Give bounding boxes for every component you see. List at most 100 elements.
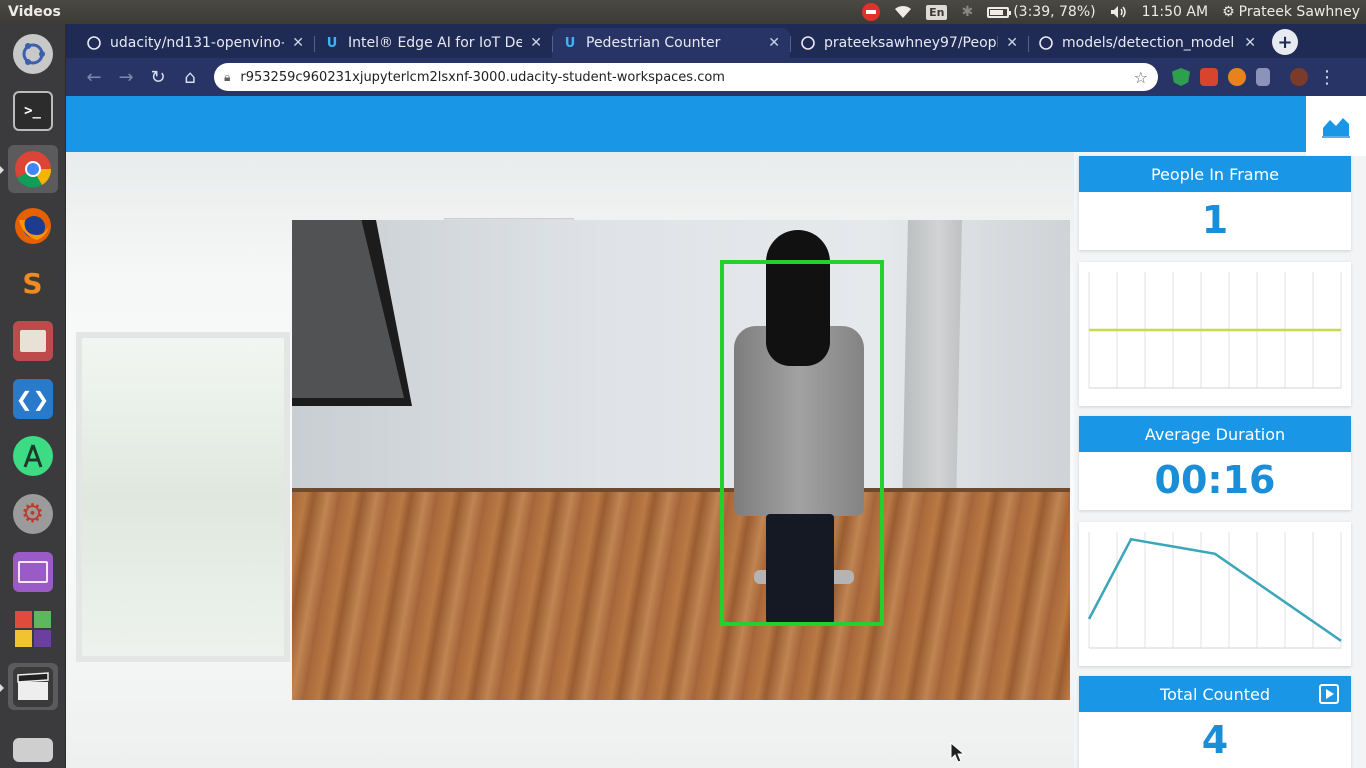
do-not-disturb-icon[interactable] (862, 3, 881, 21)
launcher-workspace-switcher[interactable] (8, 548, 58, 596)
launcher-system-settings[interactable]: ⚙ (8, 490, 58, 538)
android-studio-icon (12, 436, 53, 477)
github-icon (86, 35, 102, 51)
room-window (76, 332, 290, 662)
close-tab-icon[interactable]: ✕ (530, 35, 542, 51)
detection-bounding-box (720, 260, 884, 626)
launcher-drive[interactable] (8, 720, 58, 768)
url-text[interactable]: r953259c960231xjupyterlcm2lsxnf-3000.uda… (240, 70, 1133, 85)
tab-models-detection[interactable]: models/detection_model ✕ (1028, 28, 1266, 58)
total-counted-header: Total Counted (1079, 676, 1351, 712)
battery-indicator[interactable]: (3:39, 78%) (987, 4, 1096, 20)
video-floor (292, 492, 1070, 700)
stats-toggle-button[interactable] (1306, 96, 1366, 156)
github-icon (800, 35, 816, 51)
clock[interactable]: 11:50 AM (1142, 4, 1208, 20)
people-chart-svg (1088, 272, 1342, 389)
firefox-icon (13, 206, 53, 246)
red-extension-icon[interactable] (1200, 68, 1218, 86)
home-icon: ⌂ (184, 66, 196, 88)
close-tab-icon[interactable]: ✕ (1244, 35, 1256, 51)
github-icon (1038, 35, 1054, 51)
launcher-sublime-text[interactable]: S (8, 260, 58, 308)
chrome-icon (13, 149, 53, 189)
battery-text: (3:39, 78%) (1013, 4, 1096, 20)
udacity-icon: U (564, 35, 576, 51)
drive-icon (12, 738, 53, 763)
avatar[interactable] (1290, 68, 1308, 86)
duration-chart-svg (1087, 532, 1342, 649)
reload-icon: ↻ (150, 66, 166, 88)
arrow-left-icon: ← (86, 66, 102, 88)
people-in-frame-label: People In Frame (1079, 156, 1351, 192)
total-counted-card: Total Counted 4 (1079, 676, 1351, 768)
launcher-chrome[interactable] (0, 145, 58, 193)
launcher-files[interactable] (8, 318, 58, 366)
forward-button[interactable]: → (110, 61, 142, 93)
extensions-area: ⋮ (1172, 67, 1336, 88)
address-bar[interactable]: 🔒︎ r953259c960231xjupyterlcm2lsxnf-3000.… (214, 63, 1158, 91)
bars-extension-icon[interactable] (1256, 68, 1270, 86)
bookmark-star-icon[interactable]: ☆ (1134, 68, 1148, 87)
close-tab-icon[interactable]: ✕ (292, 35, 304, 51)
new-tab-button[interactable]: + (1272, 29, 1298, 55)
arrow-right-icon: → (118, 66, 134, 88)
kebab-menu-icon[interactable]: ⋮ (1318, 67, 1336, 88)
home-button[interactable]: ⌂ (174, 61, 206, 93)
total-counted-label: Total Counted (1160, 684, 1270, 704)
people-in-frame-chart (1079, 262, 1351, 406)
launcher-vscode[interactable]: ❮❯ (8, 375, 58, 423)
tab-prateeksawhney97-people[interactable]: prateeksawhney97/Peopl ✕ (790, 28, 1028, 58)
active-app-title: Videos (8, 4, 61, 20)
back-button[interactable]: ← (78, 61, 110, 93)
shield-extension-icon[interactable] (1172, 68, 1190, 86)
area-chart-icon (1322, 118, 1350, 138)
tab-intel-edge-ai[interactable]: U Intel® Edge AI for IoT Dev ✕ (314, 28, 552, 58)
close-tab-icon[interactable]: ✕ (1006, 35, 1018, 51)
duration-chart (1079, 522, 1351, 666)
user-menu[interactable]: ⚙ Prateek Sawhney (1222, 4, 1360, 20)
workspace-switcher-icon (12, 551, 53, 592)
average-duration-label: Average Duration (1079, 416, 1351, 452)
tab-title: models/detection_model (1062, 35, 1235, 51)
tab-title: Intel® Edge AI for IoT Dev (348, 35, 523, 51)
browser-tabstrip: udacity/nd131-openvino-f ✕ U Intel® Edge… (66, 24, 1366, 58)
wifi-icon[interactable] (894, 5, 912, 19)
launcher-firefox[interactable] (8, 203, 58, 251)
tab-pedestrian-counter[interactable]: U Pedestrian Counter ✕ (552, 28, 790, 58)
video-pillar (902, 220, 962, 510)
top-panel: Videos En ✱ (3:39, 78%) 11:50 AM ⚙ Prate… (0, 0, 1366, 24)
tab-title: udacity/nd131-openvino-f (110, 35, 285, 51)
page-content: People In Frame 1 Average Duration 00:16… (66, 96, 1366, 768)
app-header-bar (66, 96, 1306, 152)
tab-title: Pedestrian Counter (586, 35, 721, 51)
duration-chart-series-line (1087, 537, 1342, 642)
vscode-icon: ❮❯ (12, 378, 53, 419)
tab-udacity-nd131[interactable]: udacity/nd131-openvino-f ✕ (76, 28, 314, 58)
people-in-frame-card: People In Frame 1 (1079, 156, 1351, 250)
sublime-text-icon: S (12, 263, 53, 304)
average-duration-card: Average Duration 00:16 (1079, 416, 1351, 510)
reload-button[interactable]: ↻ (142, 61, 174, 93)
file-cabinet-icon (12, 321, 53, 362)
volume-icon[interactable] (1110, 5, 1128, 19)
launcher-ubuntu-dash[interactable] (8, 30, 58, 78)
launcher-terminal[interactable]: >_ (8, 88, 58, 136)
browser-toolbar: ← → ↻ ⌂ 🔒︎ r953259c960231xjupyterlcm2lsx… (66, 58, 1366, 96)
launcher-software-center[interactable] (8, 605, 58, 653)
fox-extension-icon[interactable] (1228, 68, 1246, 86)
lock-icon: 🔒︎ (224, 69, 231, 84)
video-stream (292, 220, 1070, 700)
tab-title: prateeksawhney97/Peopl (824, 35, 999, 51)
average-duration-value: 00:16 (1154, 458, 1276, 502)
keyboard-layout-indicator[interactable]: En (926, 4, 948, 20)
play-icon[interactable] (1319, 684, 1339, 704)
launcher: >_ S ❮❯ ⚙ (0, 24, 66, 768)
gear-icon: ⚙ (1222, 4, 1235, 20)
system-indicators: En ✱ (3:39, 78%) 11:50 AM ⚙ Prateek Sawh… (862, 3, 1366, 21)
launcher-android-studio[interactable] (8, 433, 58, 481)
bluetooth-icon[interactable]: ✱ (961, 4, 973, 20)
close-tab-icon[interactable]: ✕ (768, 35, 780, 51)
launcher-videos[interactable] (0, 662, 58, 711)
user-name: Prateek Sawhney (1238, 4, 1360, 20)
